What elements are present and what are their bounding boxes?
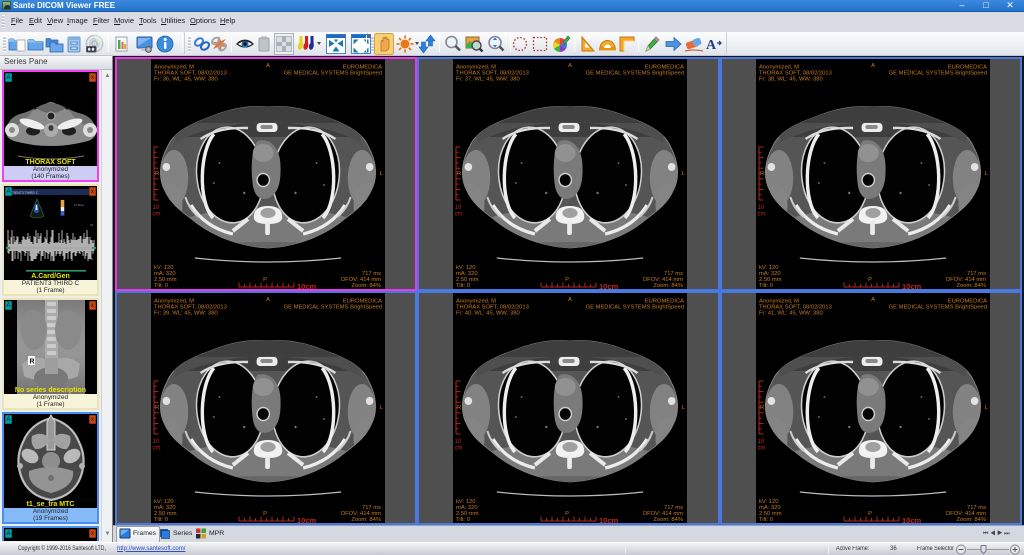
svg-text:Tilt: 0: Tilt: 0 xyxy=(456,517,470,523)
svg-text:PATIENT3 THIRD C: PATIENT3 THIRD C xyxy=(8,191,39,195)
svg-text:10: 10 xyxy=(757,439,764,445)
svg-text:P: P xyxy=(263,277,267,283)
svg-text:A: A xyxy=(266,297,270,303)
svg-text:Tilt: 0: Tilt: 0 xyxy=(154,283,168,289)
svg-text:cm: cm xyxy=(757,446,765,452)
svg-text:P: P xyxy=(565,277,569,283)
svg-text:R: R xyxy=(30,359,35,366)
svg-text:A: A xyxy=(871,297,875,303)
svg-text:Fr: 36, WL: 45, WW: 380: Fr: 36, WL: 45, WW: 380 xyxy=(154,77,218,83)
svg-text:Zoom: 84%: Zoom: 84% xyxy=(351,517,381,523)
svg-text:cm: cm xyxy=(153,212,161,218)
svg-text:10: 10 xyxy=(153,439,160,445)
svg-text:P: P xyxy=(565,511,569,517)
svg-text:P: P xyxy=(263,511,267,517)
svg-text:10: 10 xyxy=(455,205,462,211)
svg-text:A: A xyxy=(871,63,875,69)
svg-text:A: A xyxy=(706,38,717,53)
svg-text:cm: cm xyxy=(153,446,161,452)
svg-text:Fr Smp: Fr Smp xyxy=(74,203,84,207)
svg-text:10: 10 xyxy=(455,439,462,445)
svg-text:P: P xyxy=(868,511,872,517)
svg-text:GE MEDICAL SYSTEMS BrightSpeed: GE MEDICAL SYSTEMS BrightSpeed xyxy=(586,305,684,311)
svg-text:10cm: 10cm xyxy=(297,516,317,523)
svg-text:10cm: 10cm xyxy=(902,282,922,289)
svg-text:GE MEDICAL SYSTEMS BrightSpeed: GE MEDICAL SYSTEMS BrightSpeed xyxy=(284,305,382,311)
svg-text:Tilt: 0: Tilt: 0 xyxy=(456,283,470,289)
svg-text:10cm: 10cm xyxy=(599,516,619,523)
svg-text:Tilt: 0: Tilt: 0 xyxy=(154,517,168,523)
svg-text:10: 10 xyxy=(153,205,160,211)
svg-text:10cm: 10cm xyxy=(599,282,619,289)
svg-text:Zoom: 84%: Zoom: 84% xyxy=(956,283,986,289)
svg-text:cm: cm xyxy=(455,446,463,452)
svg-text:A: A xyxy=(568,297,572,303)
svg-text:10: 10 xyxy=(757,205,764,211)
svg-text:Zoom: 84%: Zoom: 84% xyxy=(654,283,684,289)
svg-text:Tilt: 0: Tilt: 0 xyxy=(759,283,773,289)
svg-text:Zoom: 84%: Zoom: 84% xyxy=(351,283,381,289)
svg-text:cm: cm xyxy=(757,212,765,218)
svg-text:GE MEDICAL SYSTEMS BrightSpeed: GE MEDICAL SYSTEMS BrightSpeed xyxy=(888,71,986,77)
svg-text:Fr: 37, WL: 45, WW: 380: Fr: 37, WL: 45, WW: 380 xyxy=(456,77,520,83)
svg-text:A: A xyxy=(568,63,572,69)
svg-text:Fr: 41, WL: 45, WW: 380: Fr: 41, WL: 45, WW: 380 xyxy=(759,311,823,317)
svg-text:10cm: 10cm xyxy=(297,282,317,289)
svg-text:Fr: 38, WL: 45, WW: 380: Fr: 38, WL: 45, WW: 380 xyxy=(759,77,823,83)
svg-text:Fr: 40, WL: 45, WW: 380: Fr: 40, WL: 45, WW: 380 xyxy=(456,311,520,317)
svg-text:cm: cm xyxy=(455,212,463,218)
svg-text:Fr: 39, WL: 45, WW: 380: Fr: 39, WL: 45, WW: 380 xyxy=(154,311,218,317)
svg-text:GE MEDICAL SYSTEMS BrightSpeed: GE MEDICAL SYSTEMS BrightSpeed xyxy=(888,305,986,311)
svg-text:GE MEDICAL SYSTEMS BrightSpeed: GE MEDICAL SYSTEMS BrightSpeed xyxy=(586,71,684,77)
svg-text:A: A xyxy=(266,63,270,69)
svg-text:GE MEDICAL SYSTEMS BrightSpeed: GE MEDICAL SYSTEMS BrightSpeed xyxy=(284,71,382,77)
svg-text:10cm: 10cm xyxy=(902,516,922,523)
svg-text:Zoom: 84%: Zoom: 84% xyxy=(654,517,684,523)
svg-text:Tilt: 0: Tilt: 0 xyxy=(759,517,773,523)
svg-text:P: P xyxy=(868,277,872,283)
svg-text:Zoom: 84%: Zoom: 84% xyxy=(956,517,986,523)
